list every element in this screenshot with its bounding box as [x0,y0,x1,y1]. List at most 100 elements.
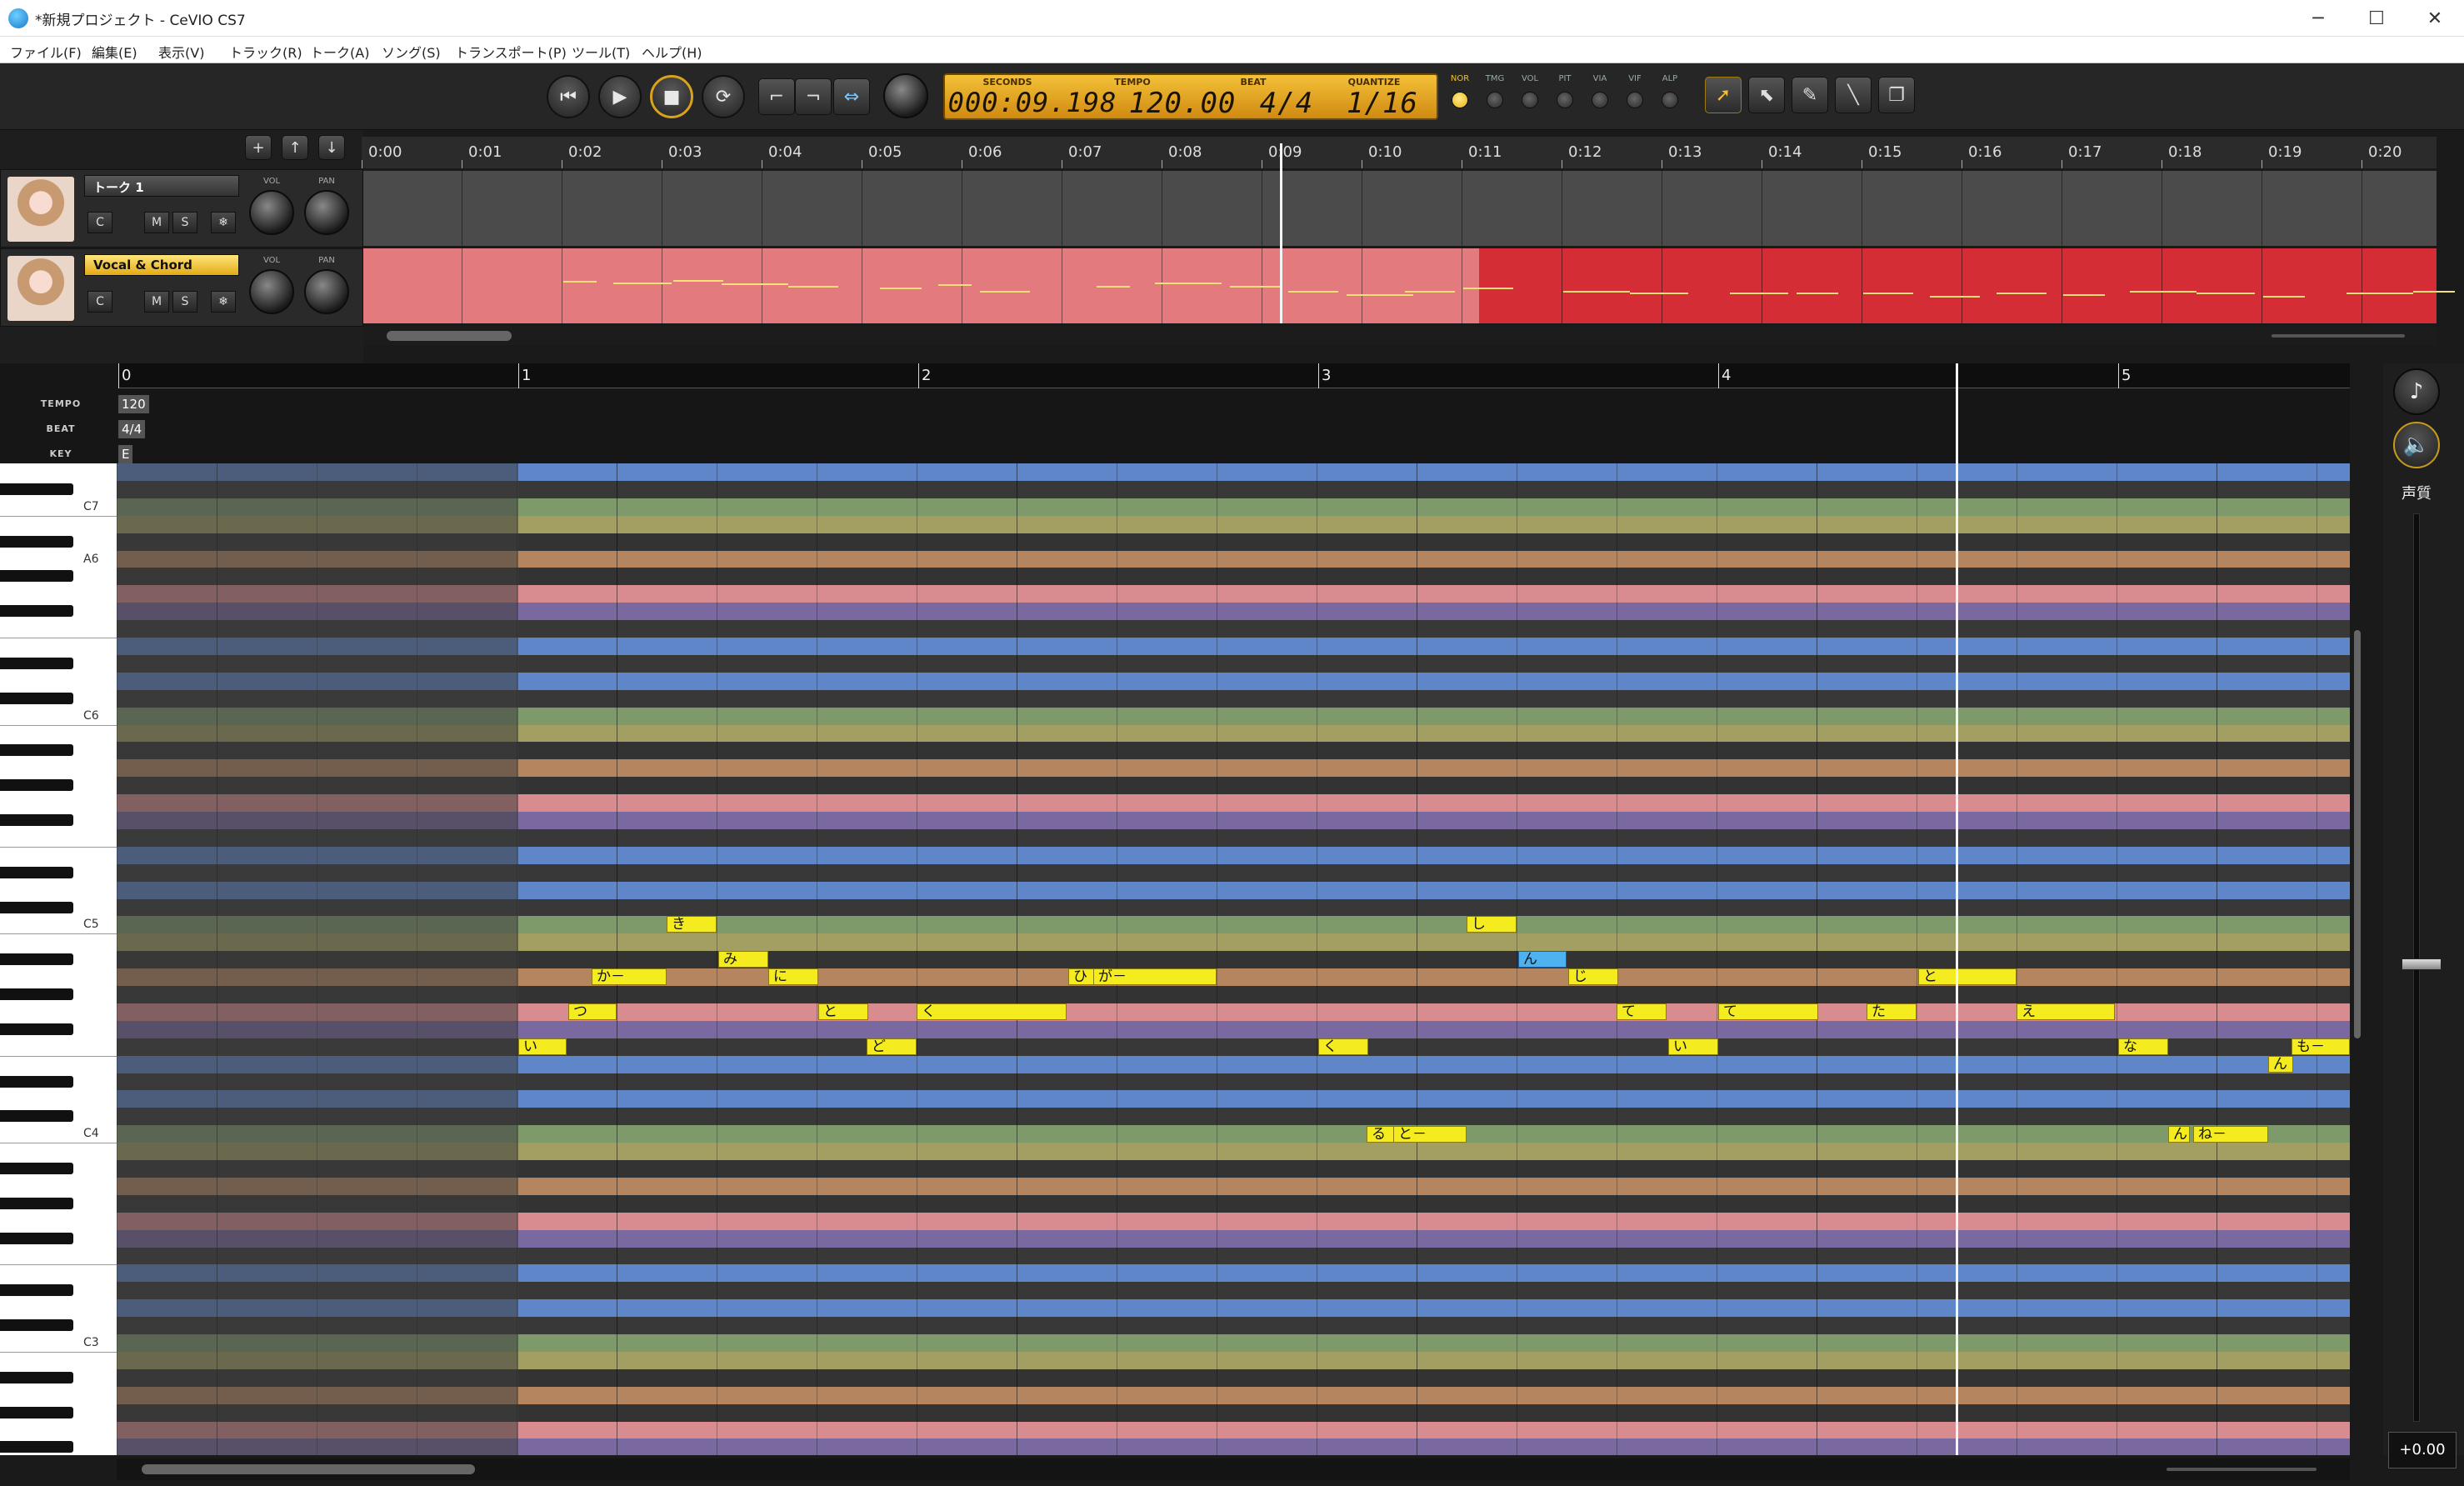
menu-edit[interactable]: 編集(E) [92,42,137,62]
follow-playhead-icon[interactable]: ⇔ [833,78,870,115]
note[interactable]: い [518,1038,567,1055]
zoom-slider[interactable] [2167,1468,2317,1471]
note[interactable]: も－ [2292,1038,2350,1055]
maximize-button[interactable]: ☐ [2347,0,2407,37]
note[interactable]: と－ [1393,1126,1467,1143]
note[interactable]: つ [568,1003,617,1020]
menu-track[interactable]: トラック(R) [229,42,302,62]
roll-horizontal-scrollbar[interactable] [117,1458,2350,1480]
effect-icon[interactable]: ❄ [211,291,236,313]
black-key[interactable] [0,1232,73,1244]
note[interactable]: く [1318,1038,1368,1055]
black-key[interactable] [0,535,73,548]
black-key[interactable] [0,605,73,618]
black-key[interactable] [0,1441,73,1453]
mode-pit-toggle[interactable] [1557,92,1573,108]
menu-file[interactable]: ファイル(F) [10,42,82,62]
play-button[interactable]: ▶ [598,75,642,118]
rewind-button[interactable]: ⏮ [547,75,590,118]
minimize-button[interactable]: ─ [2288,0,2348,37]
mode-via-toggle[interactable] [1592,92,1608,108]
master-volume-knob[interactable] [883,73,928,118]
black-key[interactable] [0,814,73,826]
note[interactable]: き [667,916,717,933]
note[interactable]: ど [867,1038,917,1055]
chord-button[interactable]: C [87,212,112,233]
mode-vif-toggle[interactable] [1627,92,1643,108]
note[interactable]: た [1867,1003,1917,1020]
note[interactable]: し [1467,916,1517,933]
menu-help[interactable]: ヘルプ(H) [642,42,702,62]
solo-button[interactable]: S [172,291,197,313]
speaker-icon[interactable]: 🔈 [2393,422,2440,468]
black-key[interactable] [0,953,73,966]
pan-knob[interactable] [304,190,349,235]
window-tool-icon[interactable]: ❐ [1878,77,1915,113]
pencil-tool-icon[interactable]: ✎ [1792,77,1828,113]
zoom-slider[interactable] [2272,334,2405,338]
black-key[interactable] [0,1197,73,1209]
black-key[interactable] [0,1023,73,1035]
effect-icon[interactable]: ❄ [211,212,236,233]
piano-keyboard[interactable]: C7 A6 C6 C5 C4 C3 [0,463,117,1455]
move-track-up-button[interactable]: ↑ [282,135,308,160]
tempo-value[interactable]: 120 [118,395,149,413]
black-key[interactable] [0,1163,73,1174]
stop-button[interactable]: ■ [650,75,693,118]
lcd-tempo[interactable]: 120.00 [1120,87,1245,120]
scroll-thumb[interactable] [142,1464,475,1474]
note[interactable]: ん [2168,1126,2190,1143]
volume-knob[interactable] [249,269,294,314]
marker-left-icon[interactable]: ⌐ [758,78,795,115]
note[interactable]: に [768,968,818,985]
black-key[interactable] [0,866,73,878]
piano-roll-playhead[interactable] [1956,363,1958,1455]
beat-value[interactable]: 4/4 [118,420,146,438]
note[interactable]: な [2118,1038,2168,1055]
volume-knob[interactable] [249,190,294,235]
range-select-tool-icon[interactable]: ⬉ [1748,77,1785,113]
note[interactable]: と [818,1003,868,1020]
time-ruler[interactable]: 0:00 0:01 0:02 0:03 0:04 0:05 0:06 0:07 0:08 0:09… [362,137,2437,168]
black-key[interactable] [0,1284,73,1297]
select-tool-icon[interactable]: ➚ [1705,77,1742,113]
add-track-button[interactable]: + [245,135,272,160]
scroll-thumb[interactable] [387,331,512,341]
track-horizontal-scrollbar[interactable] [363,327,2437,345]
black-key[interactable] [0,657,73,669]
track-row-vocal[interactable]: Vocal & Chord C M S ❄ VOL PAN [0,248,363,327]
menu-view[interactable]: 表示(V) [158,42,204,62]
black-key[interactable] [0,901,73,913]
black-key[interactable] [0,988,73,1000]
note[interactable]: ん [2268,1056,2293,1073]
note[interactable]: え [2017,1003,2115,1020]
menu-talk[interactable]: トーク(A) [310,42,369,62]
black-key[interactable] [0,779,73,792]
black-key[interactable] [0,1319,73,1332]
note[interactable]: が－ [1093,968,1217,985]
mute-button[interactable]: M [144,212,169,233]
roll-vertical-scrollbar[interactable] [2352,463,2363,1455]
black-key[interactable] [0,1371,73,1383]
note[interactable]: く [917,1003,1067,1020]
mode-alp-toggle[interactable] [1662,92,1678,108]
black-key[interactable] [0,692,73,704]
move-track-down-button[interactable]: ↓ [318,135,345,160]
menu-tools[interactable]: ツール(T) [572,42,630,62]
note[interactable]: て [1718,1003,1818,1020]
track-name[interactable]: Vocal & Chord [84,254,239,276]
voice-quality-value[interactable]: +0.00 [2388,1432,2457,1468]
mode-vol-toggle[interactable] [1522,92,1538,108]
black-key[interactable] [0,1075,73,1088]
note[interactable]: て [1617,1003,1667,1020]
lcd-seconds[interactable]: 000:09.198 [945,87,1120,118]
key-value[interactable]: E [118,445,133,463]
black-key[interactable] [0,570,73,583]
note[interactable]: じ [1568,968,1618,985]
mode-nor-toggle[interactable] [1452,92,1468,108]
scroll-thumb[interactable] [2354,630,2361,1038]
menu-song[interactable]: ソング(S) [382,42,441,62]
note[interactable]: ん [1518,951,1567,968]
line-tool-icon[interactable]: ╲ [1835,77,1872,113]
note[interactable]: か－ [592,968,667,985]
